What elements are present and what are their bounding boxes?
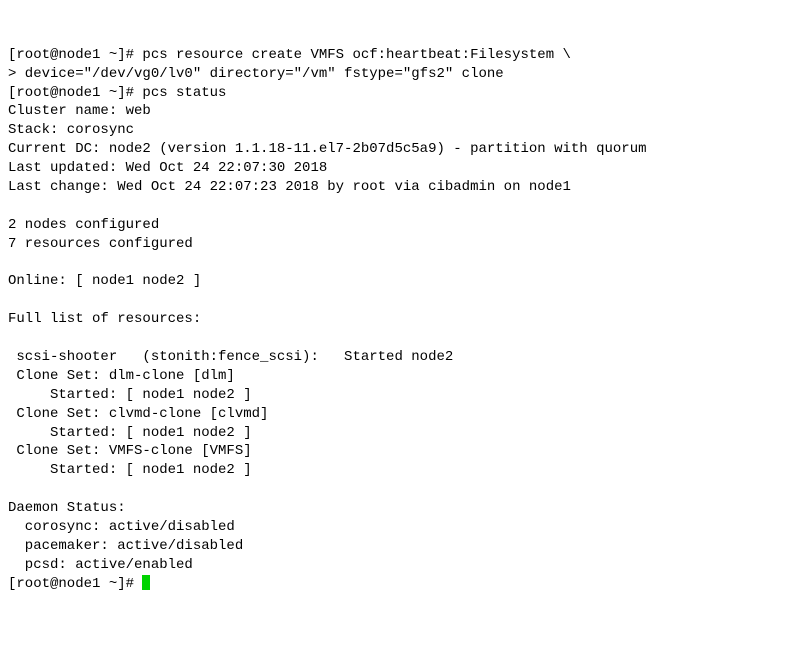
terminal-prompt: [root@node1 ~]#: [8, 576, 142, 592]
cursor-icon: [142, 575, 150, 590]
terminal-prompt-line[interactable]: [root@node1 ~]#: [8, 576, 150, 592]
terminal-line: Started: [ node1 node2 ]: [8, 425, 252, 441]
terminal-line: Current DC: node2 (version 1.1.18-11.el7…: [8, 141, 647, 157]
terminal-output[interactable]: [root@node1 ~]# pcs resource create VMFS…: [8, 46, 792, 594]
terminal-line: Clone Set: VMFS-clone [VMFS]: [8, 443, 252, 459]
terminal-line: Clone Set: dlm-clone [dlm]: [8, 368, 235, 384]
terminal-line: Cluster name: web: [8, 103, 151, 119]
terminal-line: corosync: active/disabled: [8, 519, 235, 535]
terminal-line: [root@node1 ~]# pcs status: [8, 85, 226, 101]
terminal-line: Daemon Status:: [8, 500, 126, 516]
terminal-line: 7 resources configured: [8, 236, 193, 252]
terminal-line: Last updated: Wed Oct 24 22:07:30 2018: [8, 160, 327, 176]
terminal-line: Stack: corosync: [8, 122, 134, 138]
terminal-line: pacemaker: active/disabled: [8, 538, 243, 554]
terminal-line: Clone Set: clvmd-clone [clvmd]: [8, 406, 268, 422]
terminal-line: scsi-shooter (stonith:fence_scsi): Start…: [8, 349, 453, 365]
terminal-line: Started: [ node1 node2 ]: [8, 462, 252, 478]
terminal-line: Full list of resources:: [8, 311, 201, 327]
terminal-line: [root@node1 ~]# pcs resource create VMFS…: [8, 47, 571, 63]
terminal-line: pcsd: active/enabled: [8, 557, 193, 573]
terminal-line: Last change: Wed Oct 24 22:07:23 2018 by…: [8, 179, 571, 195]
terminal-line: Online: [ node1 node2 ]: [8, 273, 201, 289]
terminal-line: Started: [ node1 node2 ]: [8, 387, 252, 403]
terminal-line: 2 nodes configured: [8, 217, 159, 233]
terminal-line: > device="/dev/vg0/lv0" directory="/vm" …: [8, 66, 504, 82]
